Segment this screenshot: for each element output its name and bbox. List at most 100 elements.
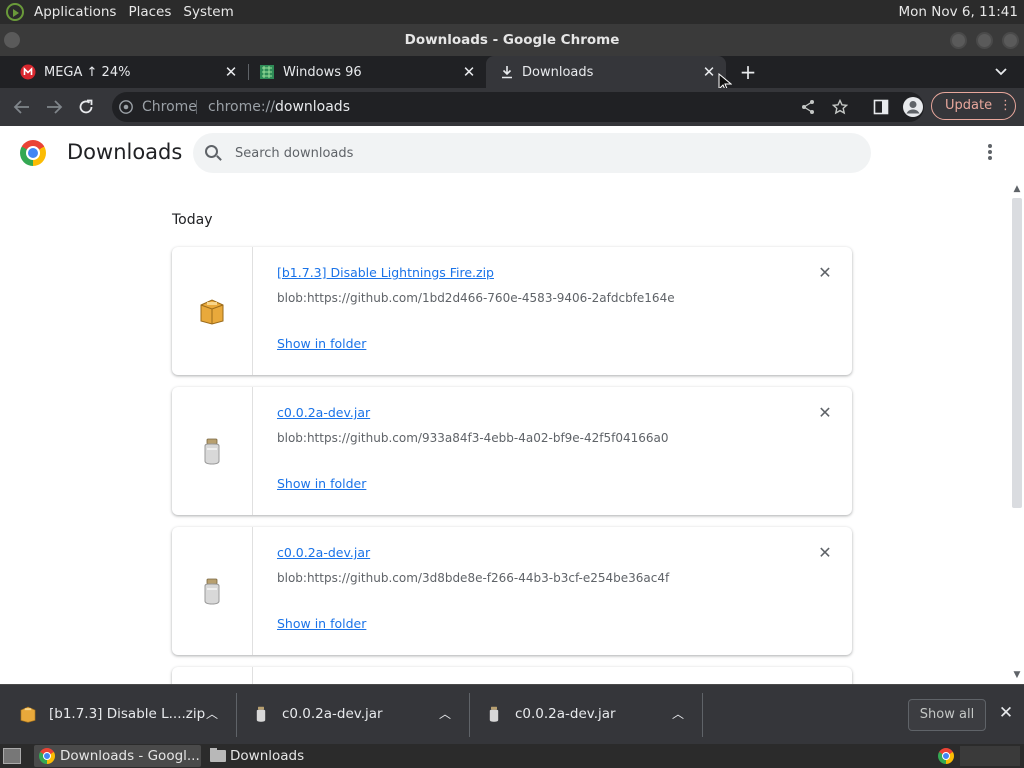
chevron-up-icon[interactable]: ︿ bbox=[439, 705, 451, 722]
tab-strip: MEGA ↑ 24% ✕ Windows 96 ✕ Downloads ✕ + bbox=[0, 56, 1024, 93]
jar-icon[interactable] bbox=[202, 437, 222, 465]
chrome-menu-icon[interactable]: ⋮ bbox=[999, 93, 1012, 119]
more-actions-icon[interactable] bbox=[983, 144, 997, 162]
back-icon[interactable] bbox=[13, 99, 31, 115]
file-source-url: blob:https://github.com/3d8bde8e-f266-44… bbox=[277, 571, 670, 585]
show-all-button[interactable]: Show all bbox=[908, 699, 986, 731]
chrome-site-icon[interactable] bbox=[119, 100, 133, 114]
jar-icon bbox=[489, 706, 499, 722]
taskbar-item-chrome[interactable]: Downloads - Googl... bbox=[34, 745, 201, 767]
menu-applications[interactable]: Applications bbox=[28, 0, 122, 24]
tab-windows-96[interactable]: Windows 96 ✕ bbox=[248, 56, 486, 88]
update-label: Update bbox=[945, 98, 993, 113]
menu-system[interactable]: System bbox=[177, 0, 239, 24]
new-tab-icon[interactable]: + bbox=[738, 62, 758, 82]
downloads-page: Downloads Today [b1.7.3] Disable Lightni… bbox=[0, 126, 1024, 684]
page-scrollbar-thumb[interactable] bbox=[1012, 198, 1022, 508]
zip-archive-icon[interactable] bbox=[200, 297, 224, 325]
tab-mega[interactable]: MEGA ↑ 24% ✕ bbox=[0, 56, 248, 88]
scroll-up-arrow-icon[interactable]: ▲ bbox=[1011, 184, 1023, 196]
tab-search-chevron-icon[interactable] bbox=[994, 66, 1008, 78]
bookmark-star-icon[interactable] bbox=[832, 99, 848, 115]
shelf-item[interactable]: c0.0.2a-dev.jar ︿ bbox=[237, 685, 469, 745]
search-downloads-box[interactable] bbox=[193, 133, 871, 173]
download-icon bbox=[502, 66, 512, 79]
show-in-folder-link[interactable]: Show in folder bbox=[277, 616, 366, 631]
file-name-link[interactable]: c0.0.2a-dev.jar bbox=[277, 405, 370, 420]
omnibox-divider bbox=[196, 100, 197, 114]
shelf-item[interactable]: c0.0.2a-dev.jar ︿ bbox=[470, 685, 702, 745]
file-name-link[interactable]: c0.0.2a-dev.jar bbox=[277, 545, 370, 560]
side-panel-icon[interactable] bbox=[873, 99, 889, 115]
window-title: Downloads - Google Chrome bbox=[404, 32, 620, 48]
chrome-logo-icon bbox=[20, 140, 46, 166]
taskbar-item-label: Downloads - Googl... bbox=[60, 748, 200, 764]
tab-title: MEGA ↑ 24% bbox=[44, 64, 131, 80]
zip-archive-icon bbox=[20, 706, 36, 723]
shelf-divider bbox=[702, 693, 703, 737]
page-title: Downloads bbox=[67, 140, 183, 164]
browser-toolbar: Chrome chrome://downloads Update ⋮ bbox=[0, 88, 1024, 126]
url-text[interactable]: chrome://downloads bbox=[208, 92, 350, 122]
tray-chrome-icon[interactable] bbox=[938, 748, 954, 764]
tab-title: Downloads bbox=[522, 64, 594, 80]
file-source-url: blob:https://github.com/933a84f3-4ebb-4a… bbox=[277, 431, 669, 445]
workspace-switcher[interactable] bbox=[960, 746, 1020, 766]
share-icon[interactable] bbox=[800, 99, 816, 115]
shelf-item-name: c0.0.2a-dev.jar bbox=[282, 706, 383, 722]
tab-close-icon[interactable]: ✕ bbox=[700, 63, 718, 81]
file-source-url: blob:https://github.com/1bd2d466-760e-45… bbox=[277, 291, 675, 305]
download-shelf: [b1.7.3] Disable L....zip ︿ c0.0.2a-dev.… bbox=[0, 684, 1024, 744]
tab-downloads[interactable]: Downloads ✕ bbox=[486, 56, 726, 88]
url-path: downloads bbox=[275, 99, 350, 115]
file-name-link[interactable]: [b1.7.3] Disable Lightnings Fire.zip bbox=[277, 265, 494, 280]
tab-close-icon[interactable]: ✕ bbox=[222, 63, 240, 81]
close-window-icon[interactable] bbox=[1002, 32, 1019, 49]
address-bar[interactable]: Chrome chrome://downloads bbox=[112, 92, 924, 122]
os-logo-icon[interactable] bbox=[6, 3, 24, 21]
chrome-icon bbox=[39, 748, 55, 764]
clock[interactable]: Mon Nov 6, 11:41 bbox=[899, 0, 1018, 24]
menu-places[interactable]: Places bbox=[122, 0, 177, 24]
jar-icon bbox=[256, 706, 266, 722]
shelf-item[interactable]: [b1.7.3] Disable L....zip ︿ bbox=[0, 685, 236, 745]
close-shelf-icon[interactable]: ✕ bbox=[996, 703, 1016, 725]
show-desktop-icon[interactable] bbox=[3, 748, 21, 764]
mega-icon bbox=[20, 64, 36, 80]
file-icon-column bbox=[172, 247, 253, 375]
tab-title: Windows 96 bbox=[283, 64, 362, 80]
jar-icon[interactable] bbox=[202, 577, 222, 605]
scroll-down-arrow-icon[interactable]: ▼ bbox=[1011, 670, 1023, 682]
taskbar-item-files[interactable]: Downloads bbox=[204, 745, 384, 767]
file-icon-column bbox=[172, 667, 253, 684]
show-in-folder-link[interactable]: Show in folder bbox=[277, 336, 366, 351]
remove-item-icon[interactable]: ✕ bbox=[815, 403, 835, 423]
system-top-panel: Applications Places System Mon Nov 6, 11… bbox=[0, 0, 1024, 24]
remove-item-icon[interactable]: ✕ bbox=[815, 263, 835, 283]
minimize-icon[interactable] bbox=[950, 32, 967, 49]
window-menu-icon[interactable] bbox=[4, 32, 20, 48]
taskbar-item-label: Downloads bbox=[230, 748, 305, 764]
search-input[interactable] bbox=[235, 133, 835, 173]
forward-icon[interactable] bbox=[45, 99, 63, 115]
shelf-item-name: c0.0.2a-dev.jar bbox=[515, 706, 616, 722]
tab-close-icon[interactable]: ✕ bbox=[460, 63, 478, 81]
system-taskbar: Downloads - Googl... Downloads bbox=[0, 744, 1024, 768]
remove-item-icon[interactable]: ✕ bbox=[815, 543, 835, 563]
chevron-up-icon[interactable]: ︿ bbox=[206, 705, 218, 722]
update-button[interactable]: Update ⋮ bbox=[931, 92, 1016, 120]
maximize-icon[interactable] bbox=[976, 32, 993, 49]
section-date-heading: Today bbox=[172, 212, 213, 228]
chevron-up-icon[interactable]: ︿ bbox=[672, 705, 684, 722]
file-icon-column bbox=[172, 527, 253, 655]
window-titlebar[interactable]: Downloads - Google Chrome bbox=[0, 24, 1024, 56]
reload-icon[interactable] bbox=[77, 98, 95, 116]
show-in-folder-link[interactable]: Show in folder bbox=[277, 476, 366, 491]
folder-icon bbox=[210, 748, 226, 762]
site-label: Chrome bbox=[142, 99, 197, 115]
search-icon bbox=[205, 145, 218, 158]
profile-avatar-icon[interactable] bbox=[902, 96, 924, 118]
download-item-partial bbox=[172, 667, 852, 684]
file-icon-column bbox=[172, 387, 253, 515]
url-scheme: chrome:// bbox=[208, 99, 275, 115]
